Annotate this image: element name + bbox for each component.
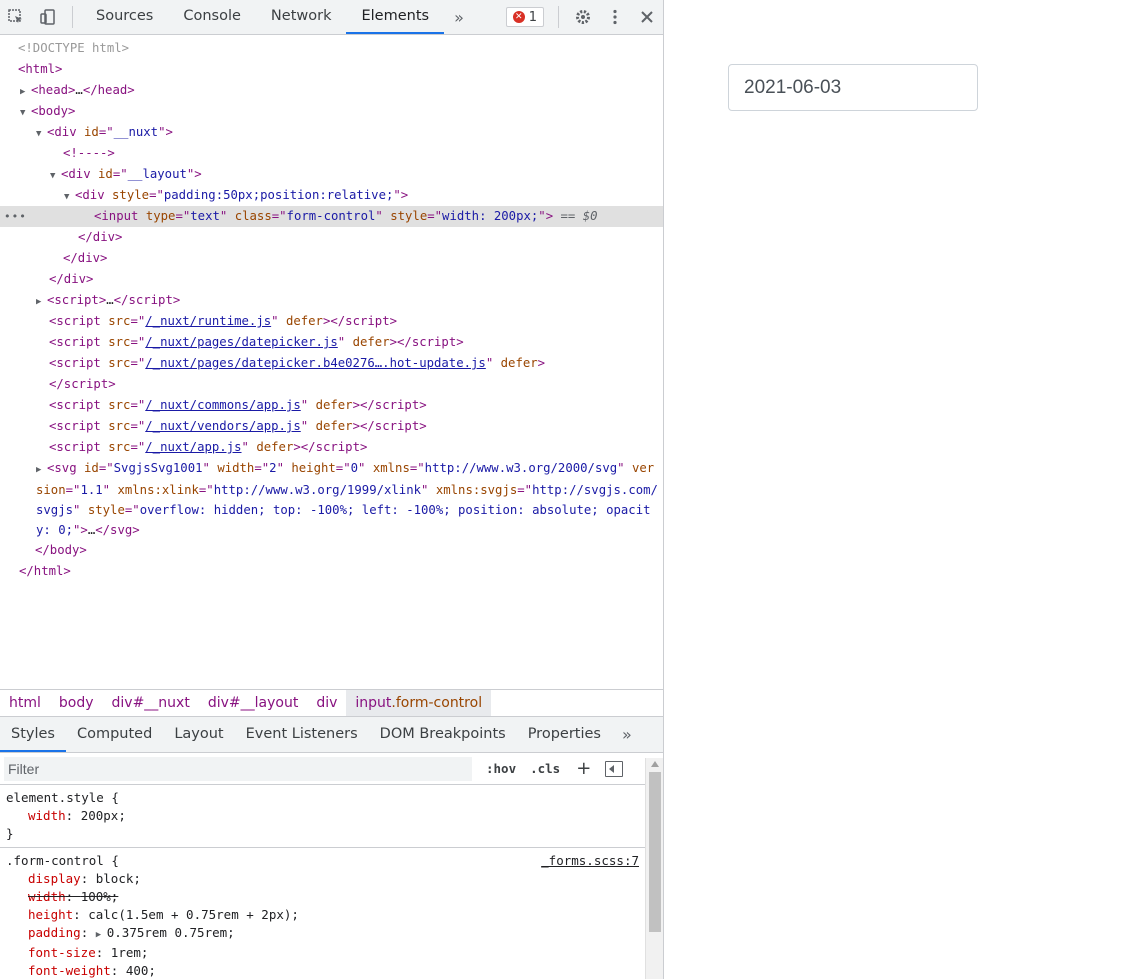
dom-node-nuxt[interactable]: ▼ <div id="__nuxt"> bbox=[0, 122, 663, 143]
breadcrumb-item-active[interactable]: input .form-control bbox=[346, 690, 492, 716]
devtools-panel: Sources Console Network Elements » ✕ 1 <… bbox=[0, 0, 664, 979]
node-actions-icon[interactable]: ••• bbox=[4, 206, 27, 227]
expand-triangle-icon[interactable]: ▶ bbox=[20, 82, 31, 103]
dom-node-script[interactable]: <script src="/_nuxt/app.js" defer></scri… bbox=[0, 437, 663, 458]
rule-source-link[interactable]: _forms.scss:7 bbox=[541, 852, 639, 870]
dom-node-body[interactable]: ▼ <body> bbox=[0, 101, 663, 122]
styles-scrollbar[interactable] bbox=[645, 758, 663, 979]
style-rule-form-control: .form-control { _forms.scss:7 display: b… bbox=[0, 848, 663, 979]
scrollbar-thumb[interactable] bbox=[649, 772, 661, 932]
device-toolbar-icon[interactable] bbox=[32, 0, 64, 34]
dom-close-div[interactable]: </div> bbox=[0, 227, 663, 248]
gear-icon[interactable] bbox=[567, 0, 599, 34]
devtools-toolbar: Sources Console Network Elements » ✕ 1 bbox=[0, 0, 663, 35]
dom-close-div[interactable]: </div> bbox=[0, 269, 663, 290]
breadcrumb: html body div #__nuxt div #__layout div in… bbox=[0, 689, 663, 717]
tab-elements[interactable]: Elements bbox=[346, 0, 445, 34]
dom-node-script-inline[interactable]: ▶ <script>…</script> bbox=[0, 290, 663, 311]
style-property[interactable]: font-weight: 400; bbox=[6, 962, 639, 979]
more-tabs-icon[interactable]: » bbox=[612, 717, 642, 752]
style-property[interactable]: width: 200px; bbox=[6, 807, 639, 825]
collapse-triangle-icon[interactable]: ▼ bbox=[20, 103, 31, 124]
dom-node-layout[interactable]: ▼ <div id="__layout"> bbox=[0, 164, 663, 185]
dom-node-script[interactable]: <script src="/_nuxt/pages/datepicker.js"… bbox=[0, 332, 663, 353]
page-viewport bbox=[665, 0, 1136, 979]
tab-dom-breakpoints[interactable]: DOM Breakpoints bbox=[369, 717, 517, 752]
styles-pane: element.style { width: 200px; } .form-co… bbox=[0, 785, 663, 979]
dom-node-script[interactable]: <script src="/_nuxt/vendors/app.js" defe… bbox=[0, 416, 663, 437]
toolbar-separator bbox=[558, 6, 559, 28]
style-rule-element: element.style { width: 200px; } bbox=[0, 785, 663, 848]
error-icon: ✕ bbox=[512, 11, 525, 23]
dom-node-head[interactable]: ▶ <head>…</head> bbox=[0, 80, 663, 101]
dom-comment[interactable]: <!----> bbox=[0, 143, 663, 164]
tab-sources[interactable]: Sources bbox=[81, 0, 168, 34]
dom-node-svg[interactable]: ▶ <svg id="SvgjsSvg1001" width="2" height… bbox=[0, 458, 663, 540]
hover-state-toggle[interactable]: :hov bbox=[486, 761, 516, 776]
style-property[interactable]: height: calc(1.5em + 0.75rem + 2px); bbox=[6, 906, 639, 924]
styles-filter-input[interactable] bbox=[4, 756, 472, 781]
class-toggle[interactable]: .cls bbox=[530, 761, 560, 776]
expand-triangle-icon[interactable]: ▶ bbox=[36, 460, 47, 480]
tab-properties[interactable]: Properties bbox=[517, 717, 612, 752]
expand-triangle-icon[interactable]: ▶ bbox=[96, 926, 107, 944]
tab-console[interactable]: Console bbox=[168, 0, 256, 34]
breadcrumb-item[interactable]: div #__layout bbox=[199, 690, 307, 716]
tab-computed[interactable]: Computed bbox=[66, 717, 163, 752]
style-property[interactable]: padding: ▶ 0.375rem 0.75rem; bbox=[6, 924, 639, 944]
tab-styles[interactable]: Styles bbox=[0, 717, 66, 752]
styles-filter-bar: :hov .cls + bbox=[0, 753, 663, 785]
dom-close-body[interactable]: </body> bbox=[0, 540, 663, 561]
more-tabs-icon[interactable]: » bbox=[444, 0, 474, 34]
dom-node-div-padding[interactable]: ▼ <div style="padding:50px;position:relat… bbox=[0, 185, 663, 206]
error-count-badge[interactable]: ✕ 1 bbox=[505, 7, 544, 27]
toggle-sidebar-icon[interactable] bbox=[605, 760, 624, 777]
scroll-up-icon[interactable] bbox=[651, 761, 659, 767]
dom-node-script[interactable]: <script src="/_nuxt/commons/app.js" defe… bbox=[0, 395, 663, 416]
tab-event-listeners[interactable]: Event Listeners bbox=[235, 717, 369, 752]
close-icon[interactable] bbox=[631, 0, 663, 34]
dom-tree: <!DOCTYPE html> <html> ▶ <head>…</head> ▼… bbox=[0, 35, 663, 689]
dom-doctype[interactable]: <!DOCTYPE html> bbox=[0, 38, 663, 59]
styles-subtabs: Styles Computed Layout Event Listeners D… bbox=[0, 717, 663, 753]
date-input[interactable] bbox=[728, 64, 978, 111]
dom-close-script[interactable]: </script> bbox=[0, 374, 663, 395]
style-property[interactable]: font-size: 1rem; bbox=[6, 944, 639, 962]
script-src-link[interactable]: /_nuxt/runtime.js bbox=[145, 314, 271, 328]
breadcrumb-item[interactable]: div #__nuxt bbox=[103, 690, 199, 716]
dom-node-html[interactable]: <html> bbox=[0, 59, 663, 80]
breadcrumb-item[interactable]: html bbox=[0, 690, 50, 716]
add-rule-icon[interactable]: + bbox=[576, 758, 591, 779]
script-src-link[interactable]: /_nuxt/vendors/app.js bbox=[145, 419, 300, 433]
dom-node-input-selected[interactable]: ••• <input type="text" class="form-contro… bbox=[0, 206, 663, 227]
tab-layout[interactable]: Layout bbox=[163, 717, 234, 752]
breadcrumb-item[interactable]: div bbox=[307, 690, 346, 716]
dom-close-html[interactable]: </html> bbox=[0, 561, 663, 582]
tab-network[interactable]: Network bbox=[256, 0, 347, 34]
dom-node-script[interactable]: <script src="/_nuxt/runtime.js" defer></… bbox=[0, 311, 663, 332]
script-src-link[interactable]: /_nuxt/app.js bbox=[145, 440, 241, 454]
collapse-triangle-icon[interactable]: ▼ bbox=[50, 166, 61, 187]
inspect-element-icon[interactable] bbox=[0, 0, 32, 34]
script-src-link[interactable]: /_nuxt/pages/datepicker.b4e0276….hot-upd… bbox=[145, 356, 486, 370]
collapse-triangle-icon[interactable]: ▼ bbox=[36, 124, 47, 145]
rule-selector[interactable]: element.style { bbox=[6, 789, 639, 807]
breadcrumb-item[interactable]: body bbox=[50, 690, 103, 716]
collapse-triangle-icon[interactable]: ▼ bbox=[64, 187, 75, 208]
toolbar-separator bbox=[72, 6, 73, 28]
style-property-overridden[interactable]: width: 100%; bbox=[6, 888, 639, 906]
script-src-link[interactable]: /_nuxt/commons/app.js bbox=[145, 398, 300, 412]
kebab-menu-icon[interactable] bbox=[599, 0, 631, 34]
style-property[interactable]: display: block; bbox=[6, 870, 639, 888]
dom-close-div[interactable]: </div> bbox=[0, 248, 663, 269]
expand-triangle-icon[interactable]: ▶ bbox=[36, 292, 47, 313]
error-count: 1 bbox=[528, 9, 537, 25]
script-src-link[interactable]: /_nuxt/pages/datepicker.js bbox=[145, 335, 338, 349]
dom-node-script[interactable]: <script src="/_nuxt/pages/datepicker.b4e… bbox=[0, 353, 663, 374]
rule-close-brace: } bbox=[6, 826, 14, 841]
